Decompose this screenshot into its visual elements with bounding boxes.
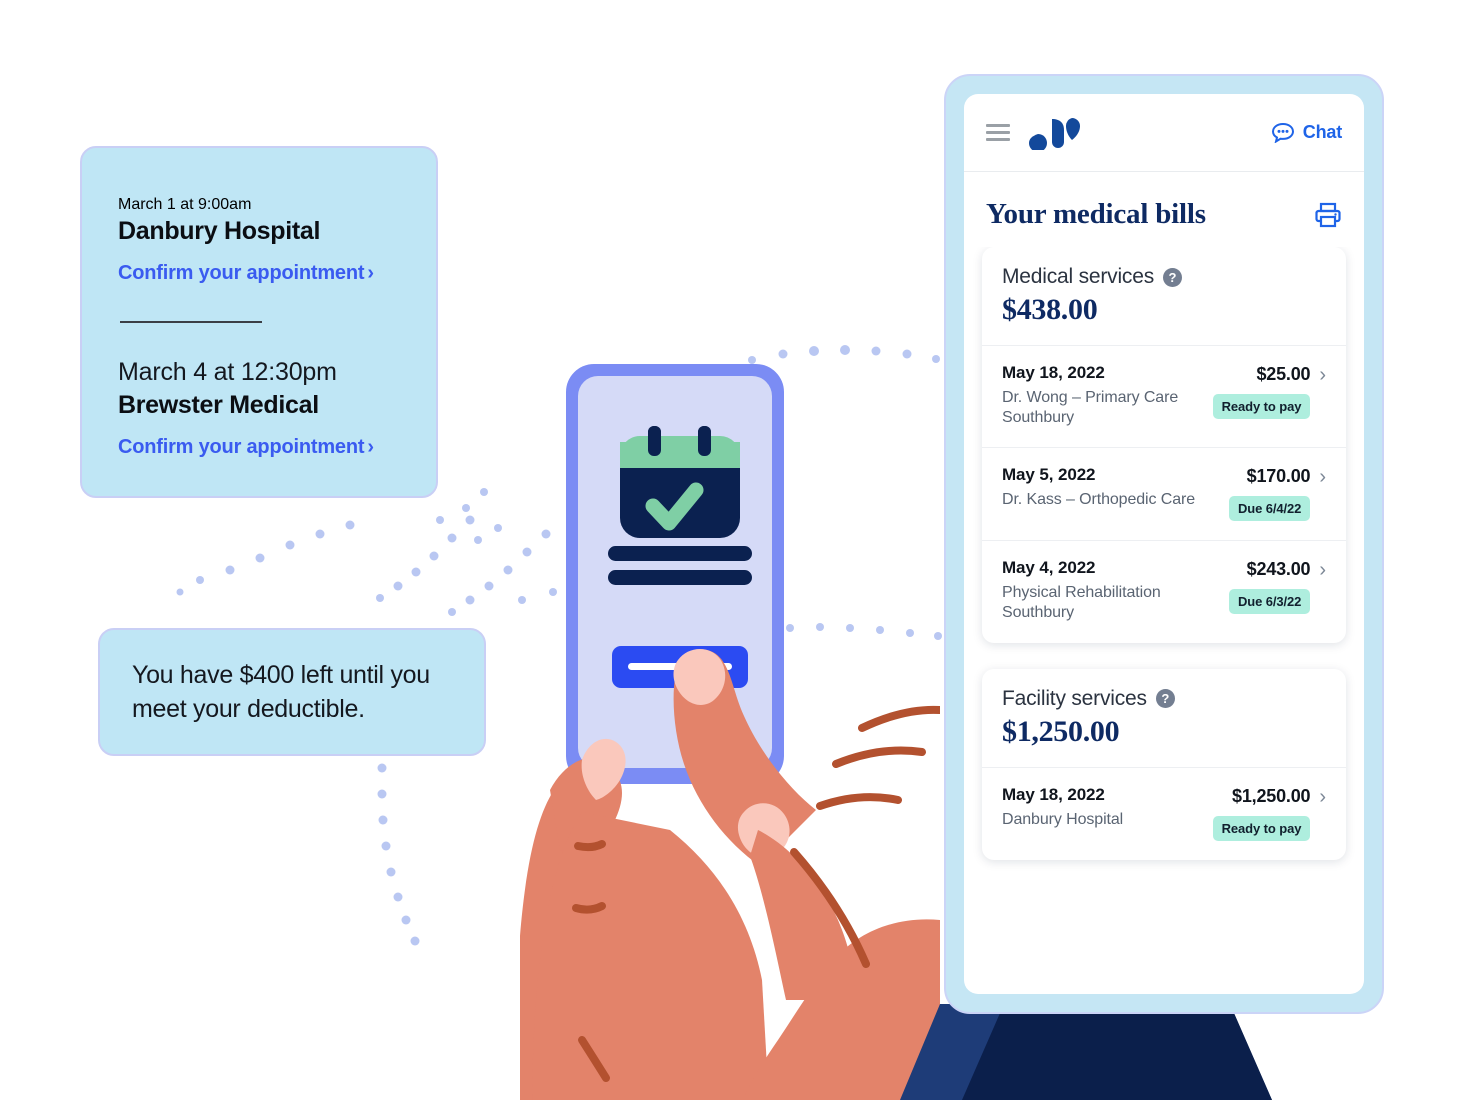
card-title: Medical services [1002, 265, 1155, 288]
bill-amount: $25.00 [1256, 364, 1311, 384]
bill-date: May 4, 2022 [1002, 558, 1096, 578]
illustration-stage: March 1 at 9:00am Danbury Hospital Confi… [0, 0, 1462, 1100]
confirm-appointment-label: Confirm your appointment [118, 261, 365, 284]
confirm-appointment-label: Confirm your appointment [118, 435, 365, 458]
bill-card-medical-services: Medical services ? $438.00 May 18, 2022 … [982, 247, 1346, 643]
appointment-datetime: March 1 at 9:00am [118, 196, 252, 213]
status-badge: Due 6/4/22 [1229, 496, 1311, 522]
help-icon[interactable]: ? [1163, 267, 1183, 287]
card-header: Medical services ? $438.00 [982, 247, 1346, 345]
table-row[interactable]: May 5, 2022 Dr. Kass – Orthopedic Care $… [982, 447, 1346, 540]
card-total-amount: $1,250.00 [1002, 714, 1120, 748]
chat-bubble-icon [1271, 122, 1294, 143]
page-header: Your medical bills [964, 172, 1364, 247]
tablet-device: Chat Your medical bills Medical services… [944, 74, 1384, 1014]
phone-and-hands-illustration [520, 364, 940, 1100]
chevron-right-icon: › [1319, 559, 1326, 582]
chevron-right-icon: › [367, 435, 374, 458]
printer-icon [1315, 202, 1341, 227]
appointment-item: March 4 at 12:30pm Brewster Medical Conf… [118, 357, 400, 459]
content-line [608, 546, 752, 561]
bill-date: May 18, 2022 [1002, 363, 1105, 382]
appointments-divider [120, 320, 262, 323]
app-header: Chat [964, 94, 1364, 172]
chevron-right-icon: › [1319, 785, 1326, 808]
bill-date: May 18, 2022 [1002, 784, 1105, 804]
content-line [608, 570, 752, 585]
chat-label: Chat [1302, 122, 1342, 142]
status-badge: Due 6/3/22 [1229, 589, 1311, 615]
bill-description: Dr. Kass – Orthopedic Care [1002, 491, 1196, 509]
confirm-appointment-link[interactable]: Confirm your appointment › [118, 262, 400, 285]
bill-description: Danbury Hospital [1002, 810, 1124, 828]
status-badge: Ready to pay [1212, 815, 1311, 841]
page-title: Your medical bills [986, 198, 1206, 230]
hamburger-menu-icon[interactable] [986, 124, 1010, 141]
bill-amount: $170.00 [1246, 466, 1311, 487]
brand-logo-icon [1028, 116, 1080, 150]
table-row[interactable]: May 18, 2022 Danbury Hospital $1,250.00 … [982, 766, 1346, 860]
bills-list[interactable]: Medical services ? $438.00 May 18, 2022 … [964, 247, 1364, 994]
calendar-check-icon [620, 426, 740, 538]
help-icon[interactable]: ? [1155, 689, 1175, 709]
appointments-callout: March 1 at 9:00am Danbury Hospital Confi… [80, 146, 438, 498]
chevron-right-icon: › [367, 261, 374, 284]
card-title: Facility services [1002, 686, 1147, 710]
confirm-appointment-link[interactable]: Confirm your appointment › [118, 436, 400, 459]
bill-amount: $1,250.00 [1232, 785, 1311, 806]
appointment-item: March 1 at 9:00am Danbury Hospital Confi… [118, 196, 400, 285]
bill-amount: $243.00 [1246, 559, 1311, 580]
status-badge: Ready to pay [1212, 394, 1311, 419]
table-row[interactable]: May 18, 2022 Dr. Wong – Primary Care Sou… [982, 345, 1346, 447]
card-header: Facility services ? $1,250.00 [982, 669, 1346, 767]
table-row[interactable]: May 4, 2022 Physical Rehabilitation Sout… [982, 540, 1346, 642]
chevron-right-icon: › [1319, 364, 1326, 386]
deductible-message: You have $400 left until you meet your d… [132, 661, 430, 723]
card-total-amount: $438.00 [1002, 293, 1098, 326]
chevron-right-icon: › [1319, 466, 1326, 489]
appointment-location: Danbury Hospital [118, 217, 321, 245]
bills-app-screen: Chat Your medical bills Medical services… [964, 94, 1364, 994]
deductible-callout: You have $400 left until you meet your d… [98, 628, 486, 756]
appointment-datetime: March 4 at 12:30pm [118, 357, 337, 386]
bill-card-facility-services: Facility services ? $1,250.00 May 18, 20… [982, 668, 1346, 860]
bill-date: May 5, 2022 [1002, 465, 1096, 485]
appointment-location: Brewster Medical [118, 391, 319, 419]
bill-description: Physical Rehabilitation Southbury [1002, 584, 1161, 622]
chat-button[interactable]: Chat [1271, 122, 1342, 143]
print-button[interactable] [1314, 202, 1342, 228]
bill-description: Dr. Wong – Primary Care Southbury [1002, 389, 1179, 427]
